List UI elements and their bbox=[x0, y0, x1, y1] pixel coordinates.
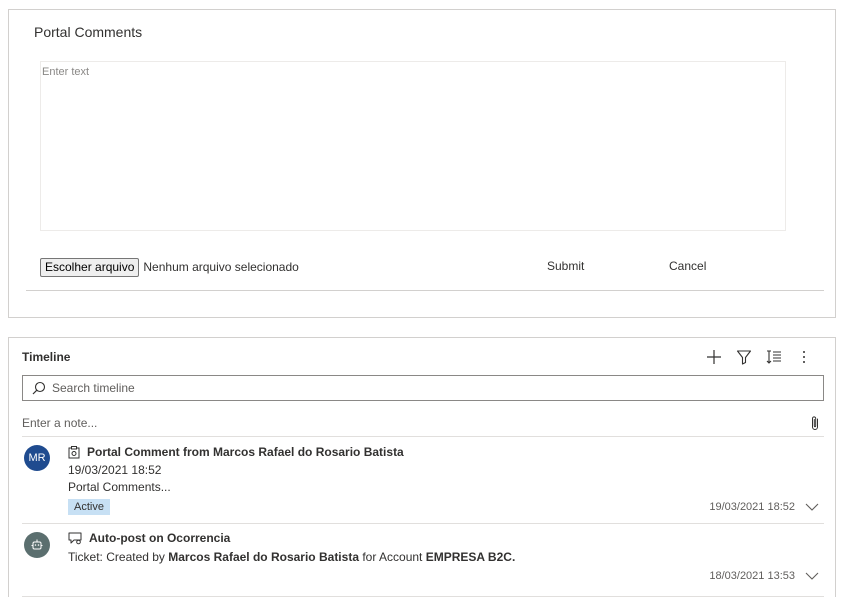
status-badge: Active bbox=[68, 499, 110, 515]
auto-post-icon bbox=[68, 532, 82, 545]
timeline-card: Timeline Enter a note... MR Porta bbox=[8, 337, 836, 597]
post-title[interactable]: Portal Comment from Marcos Rafael do Ros… bbox=[68, 445, 404, 459]
note-input[interactable]: Enter a note... bbox=[22, 416, 97, 430]
post-body-text: Ticket: Created by bbox=[68, 550, 169, 564]
chevron-down-icon[interactable] bbox=[805, 503, 819, 511]
timeline-title: Timeline bbox=[22, 350, 71, 364]
post-title[interactable]: Auto-post on Ocorrencia bbox=[68, 531, 230, 545]
submit-button[interactable]: Submit bbox=[547, 259, 584, 273]
post-timestamp: 19/03/2021 18:52 bbox=[709, 501, 795, 513]
avatar bbox=[24, 532, 50, 558]
post-body-user[interactable]: Marcos Rafael do Rosario Batista bbox=[168, 550, 359, 564]
attachment-icon[interactable] bbox=[810, 415, 820, 436]
divider bbox=[22, 523, 824, 524]
choose-file-button[interactable]: Escolher arquivo bbox=[40, 257, 140, 277]
post-body: Ticket: Created by Marcos Rafael do Rosa… bbox=[68, 550, 515, 564]
post-timestamp: 18/03/2021 13:53 bbox=[709, 570, 795, 582]
file-status-text: Nenhum arquivo selecionado bbox=[143, 260, 299, 274]
comment-textarea[interactable] bbox=[40, 61, 786, 231]
post-body-text: for Account bbox=[359, 550, 426, 564]
timeline-search-box[interactable] bbox=[22, 375, 824, 401]
timeline-search-input[interactable] bbox=[52, 381, 752, 395]
chevron-down-icon[interactable] bbox=[805, 572, 819, 580]
filter-icon[interactable] bbox=[729, 347, 759, 367]
bot-icon bbox=[30, 538, 44, 552]
avatar: MR bbox=[24, 445, 50, 471]
post-body-account[interactable]: EMPRESA B2C. bbox=[426, 550, 516, 564]
post-title-text: Portal Comment from Marcos Rafael do Ros… bbox=[87, 445, 404, 459]
post-date: 19/03/2021 18:52 bbox=[68, 463, 162, 477]
portal-comment-icon bbox=[68, 445, 80, 459]
file-picker: Escolher arquivo Nenhum arquivo selecion… bbox=[40, 257, 299, 277]
timeline-toolbar bbox=[699, 347, 819, 367]
sort-icon[interactable] bbox=[759, 347, 789, 367]
divider bbox=[26, 290, 824, 291]
search-icon bbox=[32, 381, 46, 395]
cancel-button[interactable]: Cancel bbox=[669, 259, 706, 273]
post-body: Portal Comments... bbox=[68, 480, 171, 494]
divider bbox=[22, 436, 824, 437]
portal-comments-title: Portal Comments bbox=[34, 24, 143, 40]
portal-comments-card: Portal Comments Escolher arquivo Nenhum … bbox=[8, 9, 836, 318]
post-meta: 18/03/2021 13:53 bbox=[709, 570, 819, 582]
post-meta: 19/03/2021 18:52 bbox=[709, 501, 819, 513]
more-icon[interactable] bbox=[789, 347, 819, 367]
post-title-text: Auto-post on Ocorrencia bbox=[89, 531, 231, 545]
add-icon[interactable] bbox=[699, 347, 729, 367]
